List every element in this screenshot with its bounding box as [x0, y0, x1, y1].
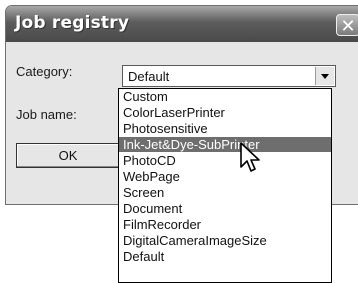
category-select-value: Default [128, 69, 170, 84]
dropdown-item-photo-cd[interactable]: PhotoCD [119, 153, 331, 168]
category-label: Category: [16, 64, 73, 79]
close-button[interactable]: ✕ [336, 14, 358, 36]
title-bar[interactable]: Job registry ✕ [6, 6, 358, 42]
ok-button-label: OK [58, 148, 78, 163]
dropdown-item-film-recorder[interactable]: FilmRecorder [119, 217, 331, 232]
dropdown-item-photosensitive[interactable]: Photosensitive [119, 121, 331, 136]
category-dropdown-list: Custom ColorLaserPrinter Photosensitive … [118, 88, 332, 283]
dropdown-item-screen[interactable]: Screen [119, 185, 331, 200]
job-name-label: Job name: [16, 107, 77, 122]
dropdown-item-document[interactable]: Document [119, 201, 331, 216]
close-icon: ✕ [340, 16, 356, 36]
dialog-title: Job registry [15, 13, 130, 33]
category-select[interactable]: Default [122, 65, 336, 87]
ok-button[interactable]: OK [16, 143, 120, 168]
dropdown-item-color-laser-printer[interactable]: ColorLaserPrinter [119, 105, 331, 120]
mouse-pointer-icon [240, 142, 260, 172]
chevron-down-icon[interactable] [315, 67, 334, 85]
dropdown-item-digital-camera-image-size[interactable]: DigitalCameraImageSize [119, 233, 331, 248]
dropdown-item-custom[interactable]: Custom [119, 89, 331, 104]
dropdown-item-ink-jet-dye-sub-printer[interactable]: Ink-Jet&Dye-SubPrinter [119, 137, 331, 152]
dropdown-item-default[interactable]: Default [119, 249, 331, 264]
dropdown-item-web-page[interactable]: WebPage [119, 169, 331, 184]
